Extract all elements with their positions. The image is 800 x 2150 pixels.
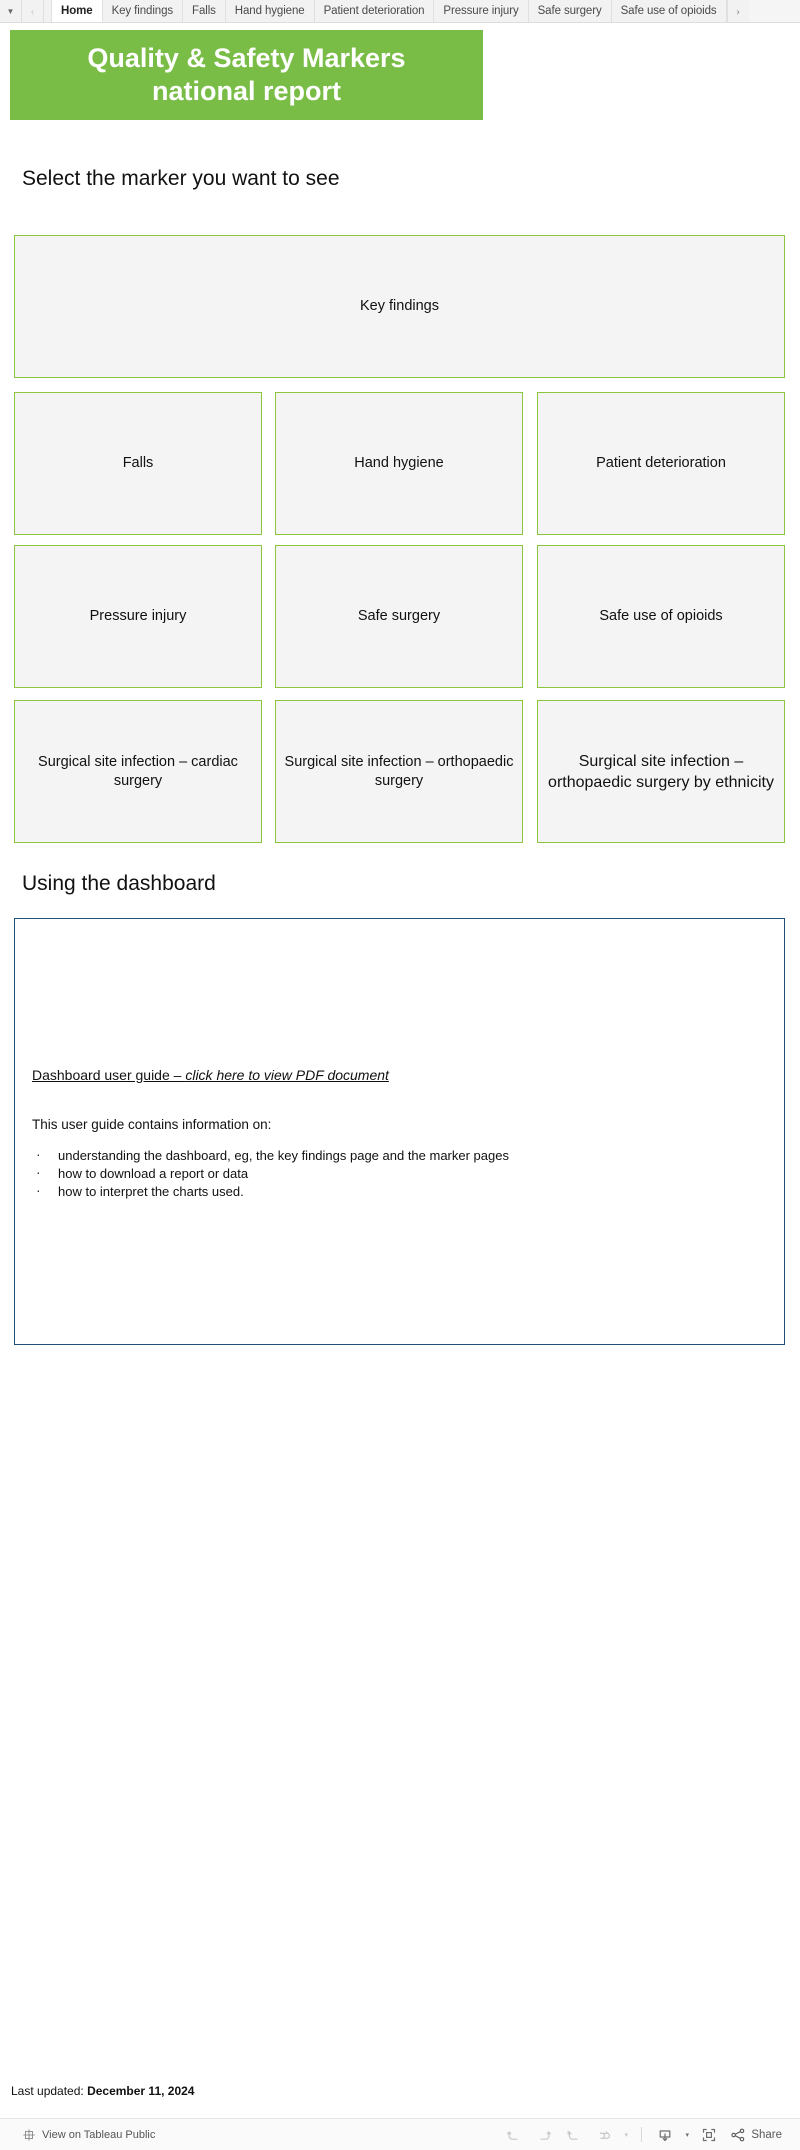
using-dashboard-heading: Using the dashboard — [22, 872, 216, 895]
marker-tile-key-findings[interactable]: Key findings — [14, 235, 785, 378]
marker-tile-label: Falls — [122, 455, 154, 471]
undo-icon[interactable] — [499, 2123, 529, 2147]
marker-tile-label: Safe use of opioids — [599, 608, 723, 624]
tab-home[interactable]: Home — [52, 0, 103, 22]
tab-next-button[interactable]: › — [726, 0, 749, 22]
tab-bar-spacer — [44, 0, 52, 22]
last-updated-text: Last updated: December 11, 2024 — [11, 2084, 194, 2098]
share-button[interactable]: Share — [730, 2127, 786, 2143]
tab-prev-button[interactable]: ‹ — [22, 0, 44, 22]
select-marker-heading: Select the marker you want to see — [22, 167, 340, 190]
marker-tile-ssi-orthopaedic-surgery[interactable]: Surgical site infection – orthopaedic su… — [275, 700, 523, 843]
marker-tile-label: Patient deterioration — [596, 455, 726, 471]
tableau-logo-icon — [22, 2128, 36, 2142]
last-updated-value: December 11, 2024 — [87, 2084, 195, 2098]
user-guide-pdf-link[interactable]: Dashboard user guide – click here to vie… — [32, 1067, 389, 1083]
tab-key-findings[interactable]: Key findings — [102, 0, 184, 22]
marker-tile-hand-hygiene[interactable]: Hand hygiene — [275, 392, 523, 535]
user-guide-bullet-list: understanding the dashboard, eg, the key… — [32, 1145, 509, 1201]
user-guide-link-italic: click here to view PDF document — [185, 1067, 389, 1083]
list-item: how to interpret the charts used. — [32, 1181, 509, 1201]
tab-falls[interactable]: Falls — [183, 0, 226, 22]
share-icon — [730, 2127, 746, 2143]
page-title-line-1: Quality & Safety Markers — [87, 43, 406, 73]
marker-tile-label: Surgical site infection – cardiac surger… — [38, 753, 238, 789]
view-on-tableau-public-label: View on Tableau Public — [42, 2128, 156, 2141]
marker-tile-ssi-cardiac-surgery[interactable]: Surgical site infection – cardiac surger… — [14, 700, 262, 843]
page-title-banner: Quality & Safety Markers national report — [10, 30, 483, 120]
redo-icon[interactable] — [529, 2123, 559, 2147]
marker-tile-label: Key findings — [360, 298, 439, 314]
tab-pressure-injury[interactable]: Pressure injury — [434, 0, 529, 22]
marker-tile-label: Surgical site infection – orthopaedic su… — [284, 753, 514, 789]
marker-tile-label: Pressure injury — [89, 608, 187, 624]
marker-tile-label: Hand hygiene — [354, 455, 444, 471]
tab-bar: ▼ ‹ Home Key findings Falls Hand hygiene… — [0, 0, 800, 23]
marker-tile-safe-surgery[interactable]: Safe surgery — [275, 545, 523, 688]
revert-icon[interactable] — [559, 2123, 589, 2147]
tableau-toolbar: View on Tableau Public ▾ ▾ Share — [0, 2118, 800, 2150]
tab-menu-caret-icon[interactable]: ▼ — [0, 0, 22, 22]
marker-tile-label: Surgical site infection – orthopaedic su… — [548, 752, 774, 791]
marker-tile-pressure-injury[interactable]: Pressure injury — [14, 545, 262, 688]
share-label: Share — [751, 2128, 782, 2141]
download-dropdown-caret-icon[interactable]: ▾ — [680, 2123, 694, 2147]
toolbar-divider — [641, 2127, 643, 2142]
user-guide-link-prefix: Dashboard user guide – — [32, 1067, 186, 1083]
user-guide-panel: Dashboard user guide – click here to vie… — [14, 918, 785, 1345]
fullscreen-icon[interactable] — [694, 2123, 724, 2147]
last-updated-label: Last updated: — [11, 2084, 88, 2098]
pause-dropdown-caret-icon[interactable]: ▾ — [619, 2123, 633, 2147]
list-item: how to download a report or data — [32, 1163, 509, 1183]
marker-tile-safe-use-of-opioids[interactable]: Safe use of opioids — [537, 545, 785, 688]
list-item: understanding the dashboard, eg, the key… — [32, 1145, 509, 1165]
tab-safe-surgery[interactable]: Safe surgery — [528, 0, 612, 22]
download-icon[interactable] — [650, 2123, 680, 2147]
marker-tile-patient-deterioration[interactable]: Patient deterioration — [537, 392, 785, 535]
tab-safe-use-of-opioids[interactable]: Safe use of opioids — [611, 0, 727, 22]
user-guide-intro-text: This user guide contains information on: — [32, 1117, 272, 1132]
marker-tile-ssi-orthopaedic-by-ethnicity[interactable]: Surgical site infection – orthopaedic su… — [537, 700, 785, 843]
tableau-toolbar-actions: ▾ ▾ Share — [499, 2123, 786, 2147]
refresh-icon[interactable] — [589, 2123, 619, 2147]
marker-tile-label: Safe surgery — [357, 608, 441, 624]
view-on-tableau-public-link[interactable]: View on Tableau Public — [22, 2128, 155, 2142]
marker-tile-falls[interactable]: Falls — [14, 392, 262, 535]
page-title-line-2: national report — [151, 76, 341, 106]
dashboard-page: ▼ ‹ Home Key findings Falls Hand hygiene… — [0, 0, 800, 2150]
tab-hand-hygiene[interactable]: Hand hygiene — [225, 0, 315, 22]
tab-patient-deterioration[interactable]: Patient deterioration — [314, 0, 435, 22]
